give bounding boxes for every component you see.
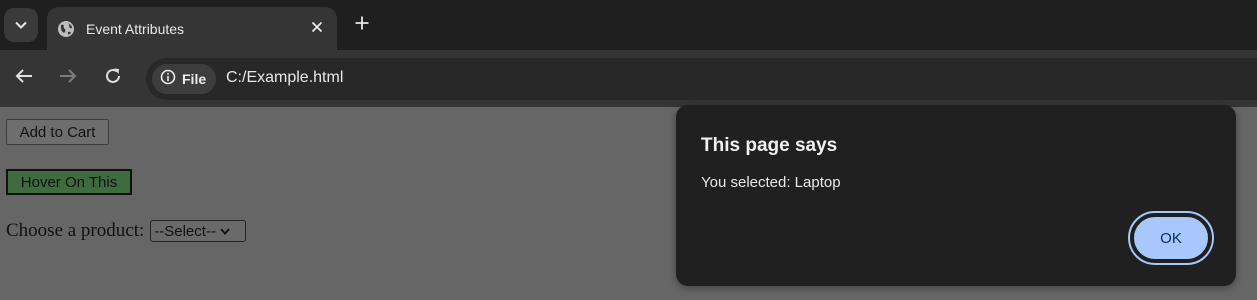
new-tab-button[interactable]	[349, 12, 375, 38]
address-bar[interactable]: File C:/Example.html	[146, 58, 1257, 100]
arrow-right-icon	[59, 68, 77, 89]
tab-close-button[interactable]	[307, 19, 327, 39]
globe-icon	[57, 20, 75, 38]
site-info-label: File	[182, 71, 207, 87]
close-icon	[311, 20, 323, 38]
back-button[interactable]	[11, 65, 37, 91]
info-icon	[160, 69, 176, 90]
browser-toolbar: File C:/Example.html	[0, 50, 1257, 107]
arrow-left-icon	[15, 68, 33, 89]
site-info-chip[interactable]: File	[152, 64, 216, 94]
tab-search-button[interactable]	[4, 8, 38, 42]
chevron-down-icon	[15, 16, 27, 34]
dialog-heading: This page says	[701, 135, 838, 156]
tab-strip: Event Attributes	[0, 0, 1257, 50]
forward-button[interactable]	[55, 65, 81, 91]
tab-title: Event Attributes	[86, 20, 185, 37]
choose-product-label: Choose a product:	[6, 220, 145, 241]
ok-button-label: OK	[1132, 215, 1210, 261]
chevron-down-icon	[220, 227, 230, 235]
product-chooser: Choose a product: --Select--	[6, 220, 247, 242]
product-select[interactable]: --Select--	[150, 220, 247, 242]
plus-icon	[355, 16, 369, 35]
ok-button[interactable]: OK	[1128, 211, 1214, 265]
reload-icon	[104, 67, 122, 90]
select-value: --Select--	[154, 222, 216, 240]
add-to-cart-button[interactable]: Add to Cart	[6, 119, 109, 145]
alert-dialog: This page says You selected: Laptop OK	[676, 105, 1236, 286]
reload-button[interactable]	[100, 65, 126, 91]
url-text[interactable]: C:/Example.html	[226, 69, 343, 87]
dialog-message: You selected: Laptop	[701, 174, 841, 191]
hover-button[interactable]: Hover On This	[6, 169, 132, 195]
browser-tab[interactable]: Event Attributes	[47, 7, 337, 50]
